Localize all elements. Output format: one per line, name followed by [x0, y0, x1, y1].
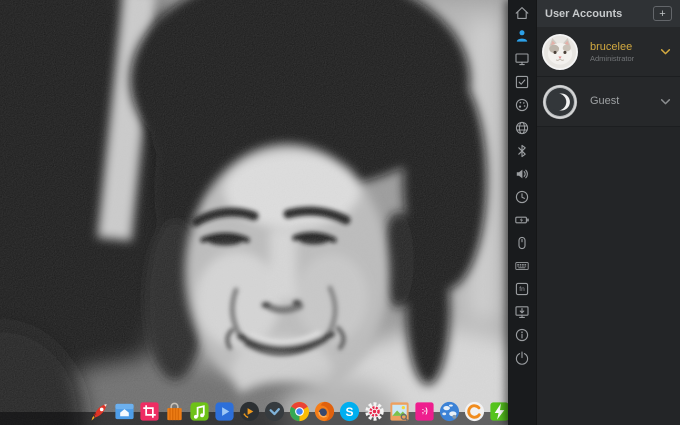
sidebar-item-shortcuts[interactable]: fn: [514, 281, 530, 297]
app-store-icon[interactable]: [163, 400, 186, 423]
user-avatar: [542, 84, 578, 120]
user-accounts-page: User Accounts + brucelee Administrator G…: [536, 0, 680, 425]
chrome-icon[interactable]: [288, 400, 311, 423]
desktop-screen: S ;-) fn User Accounts + brucelee Adminis…: [0, 0, 680, 425]
network-icon: [514, 120, 530, 136]
dock-items: S ;-): [88, 400, 511, 423]
sidebar-item-system-update[interactable]: [514, 304, 530, 320]
launcher-icon[interactable]: [88, 400, 111, 423]
system-update-icon: [514, 304, 530, 320]
file-manager-icon[interactable]: [113, 400, 136, 423]
firefox-icon[interactable]: [313, 400, 336, 423]
dock: S ;-): [0, 393, 510, 425]
sidebar-item-personalization[interactable]: [514, 97, 530, 113]
installer-icon[interactable]: [463, 400, 486, 423]
user-meta: brucelee Administrator: [590, 41, 660, 63]
wallpaper-portrait-art: [0, 0, 510, 425]
sidebar-item-power[interactable]: [514, 212, 530, 228]
sidebar-item-home[interactable]: [514, 5, 530, 21]
sidebar-item-sound[interactable]: [514, 166, 530, 182]
user-meta: Guest: [590, 95, 660, 108]
page-title: User Accounts: [545, 8, 622, 20]
mouse-icon: [514, 235, 530, 251]
display-icon: [514, 51, 530, 67]
user-list: brucelee Administrator Guest: [537, 27, 680, 127]
sidebar-item-keyboard[interactable]: [514, 258, 530, 274]
deepin-avatar: [542, 84, 578, 120]
accounts-icon: [514, 28, 530, 44]
user-row-brucelee[interactable]: brucelee Administrator: [537, 27, 680, 77]
movie-icon[interactable]: [213, 400, 236, 423]
user-name: Guest: [590, 95, 660, 108]
sidebar-item-datetime[interactable]: [514, 189, 530, 205]
skype-icon[interactable]: S: [338, 400, 361, 423]
chevron-down-icon[interactable]: [660, 98, 671, 106]
graphics-driver-icon[interactable]: [363, 400, 386, 423]
chevron-down-icon[interactable]: [660, 48, 671, 56]
sidebar-item-mouse[interactable]: [514, 235, 530, 251]
sidebar-item-network[interactable]: [514, 120, 530, 136]
add-user-button[interactable]: +: [653, 6, 672, 21]
sidebar-item-display[interactable]: [514, 51, 530, 67]
power-icon: [514, 212, 530, 228]
user-avatar: [542, 34, 578, 70]
screenshot-icon[interactable]: [138, 400, 161, 423]
shutdown-icon: [514, 350, 530, 366]
kitten-avatar: [542, 34, 578, 70]
wallpaper-photo: [0, 0, 510, 425]
sound-icon: [514, 166, 530, 182]
screen-recorder-icon[interactable]: [238, 400, 261, 423]
personalization-icon: [514, 97, 530, 113]
home-icon: [514, 5, 530, 21]
sidebar-item-shutdown[interactable]: [514, 350, 530, 366]
verification-tool-icon[interactable]: [263, 400, 286, 423]
user-row-guest[interactable]: Guest: [537, 77, 680, 127]
feedback-icon[interactable]: ;-): [413, 400, 436, 423]
user-role: Administrator: [590, 54, 660, 63]
datetime-icon: [514, 189, 530, 205]
image-viewer-icon[interactable]: [388, 400, 411, 423]
system-info-icon: [514, 327, 530, 343]
sidebar-item-system-info[interactable]: [514, 327, 530, 343]
default-applications-icon: [514, 74, 530, 90]
user-name: brucelee: [590, 41, 660, 54]
keyboard-icon: [514, 258, 530, 274]
panel-header: User Accounts +: [537, 0, 680, 27]
sidebar-item-default-applications[interactable]: [514, 74, 530, 90]
sidebar-item-bluetooth[interactable]: [514, 143, 530, 159]
control-center-panel: fn User Accounts + brucelee Administrato…: [508, 0, 680, 425]
remote-assistance-icon[interactable]: [438, 400, 461, 423]
shortcuts-icon: [514, 281, 530, 297]
sidebar-item-accounts[interactable]: [514, 28, 530, 44]
music-icon[interactable]: [188, 400, 211, 423]
bluetooth-icon: [514, 143, 530, 159]
settings-nav-strip: fn: [508, 0, 536, 425]
